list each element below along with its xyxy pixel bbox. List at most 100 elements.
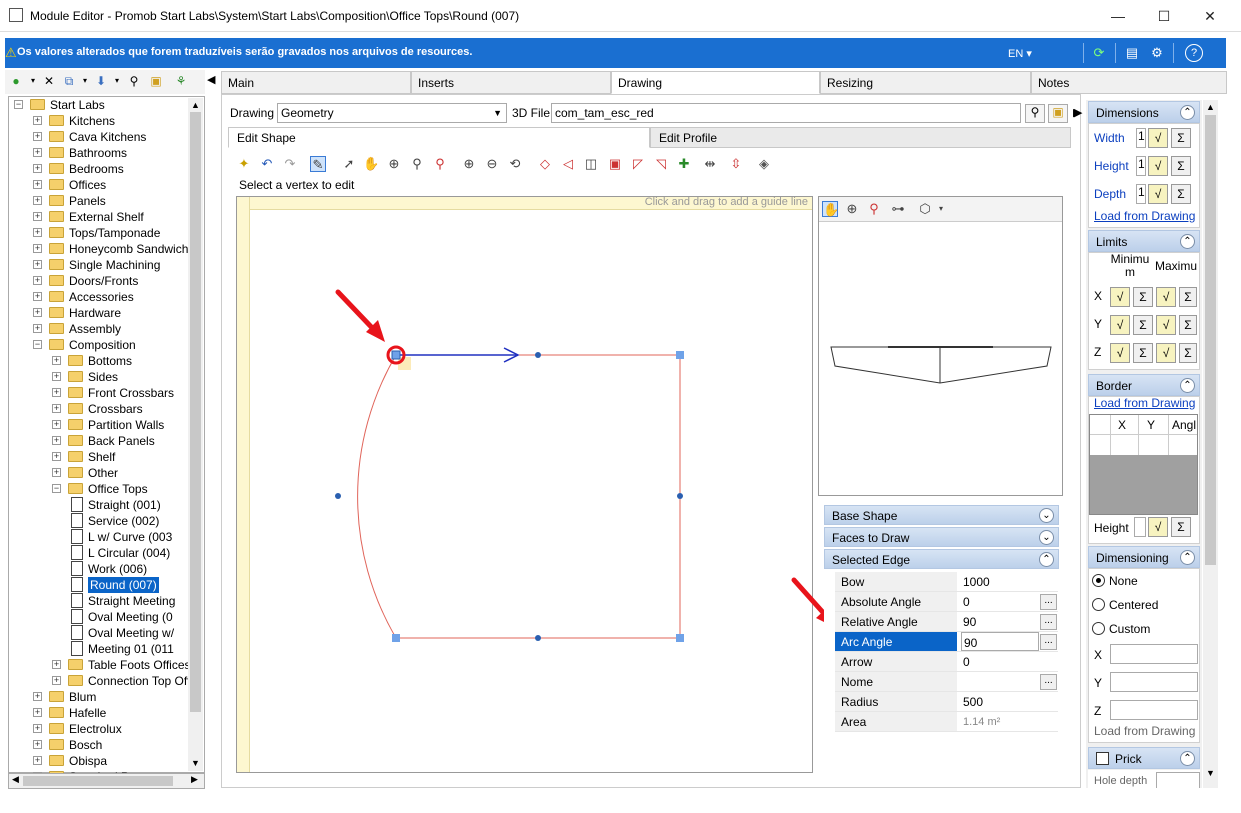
chevron-up-icon: ⌃ [1180,234,1195,249]
edge-prop-row[interactable]: Absolute Angle 0... [835,592,1058,612]
formula-icon[interactable]: √ [1156,315,1176,335]
prop-value[interactable]: 0 [963,652,1043,672]
sum-icon[interactable]: Σ [1133,343,1153,363]
formula-icon[interactable]: √ [1156,343,1176,363]
depth-input[interactable]: 1 [1136,184,1146,204]
scroll-thumb[interactable] [1205,115,1216,565]
dimensioning-header[interactable]: Dimensioning ⌃ [1088,546,1200,568]
prop-value[interactable]: 500 [963,692,1043,712]
prop-value[interactable]: 90 [961,632,1039,651]
expand-arrow-icon[interactable]: ▶ [1074,106,1082,119]
prop-value[interactable]: 1.14 m² [963,712,1043,732]
height-input[interactable]: 1 [1136,156,1146,176]
width-input[interactable]: 1 [1136,128,1146,148]
vertex-handle[interactable] [392,634,400,642]
prop-key: Area [841,715,867,729]
height-label: Height [1094,159,1129,173]
hole-depth-input[interactable] [1156,772,1200,788]
annotation-arrow [335,289,385,342]
col-y-header: Y [1147,418,1156,432]
midpoint-handle[interactable] [335,493,341,499]
col-x-header: X [1118,418,1127,432]
formula-icon[interactable]: √ [1148,128,1168,148]
ellipsis-button[interactable]: ... [1040,614,1057,630]
midpoint-handle[interactable] [535,635,541,641]
view-cube-icon[interactable]: ⬡ [917,201,933,217]
edge-prop-row[interactable]: Arc Angle 90... [835,632,1058,652]
faces-to-draw-header[interactable]: Faces to Draw ⌄ [824,527,1059,547]
chevron-down-icon[interactable]: ▾ [933,201,949,217]
sum-icon[interactable]: Σ [1179,287,1197,307]
vertex-handle[interactable] [391,350,401,360]
zoom-extents-icon[interactable]: ⊕ [844,201,860,217]
scroll-up-icon[interactable]: ▲ [1206,102,1215,112]
selected-edge-header[interactable]: Selected Edge ⌃ [824,549,1059,569]
load-from-drawing-link[interactable]: Load from Drawing [1094,209,1195,223]
col-angle-header: Angl [1172,418,1197,432]
ellipsis-button[interactable]: ... [1040,674,1057,690]
vertex-handle[interactable] [676,351,684,359]
dimensions-label: Dimensions [1096,106,1159,120]
midpoint-handle[interactable] [535,352,541,358]
formula-icon[interactable]: √ [1110,315,1130,335]
chevron-up-icon: ⌃ [1180,378,1195,393]
sum-icon[interactable]: Σ [1179,315,1197,335]
ellipsis-button[interactable]: ... [1040,594,1057,610]
dim-x-input[interactable] [1110,644,1198,664]
edge-prop-row[interactable]: Bow 1000 [835,572,1058,592]
prick-checkbox[interactable] [1096,752,1109,765]
chevron-up-icon: ⌃ [1180,550,1195,565]
chevron-down-icon: ⌄ [1039,530,1054,545]
sum-icon[interactable]: Σ [1133,315,1153,335]
formula-icon[interactable]: √ [1110,343,1130,363]
zoom-icon[interactable]: ⚲ [866,201,882,217]
sum-icon[interactable]: Σ [1179,343,1197,363]
dim-z-input[interactable] [1110,700,1198,720]
vertex-handle[interactable] [676,634,684,642]
ellipsis-button[interactable]: ... [1040,634,1057,650]
edge-prop-row[interactable]: Area 1.14 m² [835,712,1058,732]
border-grid[interactable]: X Y Angl [1089,414,1198,515]
preview-toolbar: ✋ ⊕ ⚲ ⊶ ⬡ ▾ [819,197,1062,222]
dim-z-label: Z [1094,704,1102,718]
chevron-up-icon: ⌃ [1180,751,1195,766]
radio-none[interactable] [1092,574,1105,587]
border-header[interactable]: Border ⌃ [1088,374,1200,396]
orbit-icon[interactable]: ⊶ [890,201,906,217]
formula-icon[interactable]: √ [1148,517,1168,537]
radio-centered[interactable] [1092,598,1105,611]
minimum-label: Minimu m [1110,252,1150,279]
radio-custom[interactable] [1092,622,1105,635]
limits-header[interactable]: Limits ⌃ [1088,230,1200,252]
sum-icon[interactable]: Σ [1133,287,1153,307]
border-height-input[interactable] [1134,517,1146,537]
prop-value[interactable]: 1000 [963,572,1043,592]
sum-icon[interactable]: Σ [1171,184,1191,204]
scroll-down-icon[interactable]: ▼ [1206,768,1215,778]
edge-prop-row[interactable]: Relative Angle 90... [835,612,1058,632]
prop-value[interactable]: 0 [963,592,1043,612]
pan-icon[interactable]: ✋ [822,201,839,217]
dim-y-input[interactable] [1110,672,1198,692]
base-shape-header[interactable]: Base Shape ⌄ [824,505,1059,525]
prop-value[interactable]: 90 [963,612,1043,632]
border-label: Border [1096,379,1133,393]
right-scrollbar[interactable]: ▲ ▼ [1203,100,1218,788]
formula-icon[interactable]: √ [1148,156,1168,176]
formula-icon[interactable]: √ [1148,184,1168,204]
arc-edge[interactable] [357,354,397,639]
sum-icon[interactable]: Σ [1171,128,1191,148]
dimensions-header[interactable]: Dimensions ⌃ [1088,101,1200,123]
prop-key: Absolute Angle [841,595,922,609]
edge-prop-row[interactable]: Arrow 0 [835,652,1058,672]
edge-prop-row[interactable]: Nome... [835,672,1058,692]
formula-icon[interactable]: √ [1156,287,1176,307]
formula-icon[interactable]: √ [1110,287,1130,307]
prick-header[interactable]: Prick ⌃ [1088,747,1200,769]
midpoint-handle[interactable] [677,493,683,499]
sum-icon[interactable]: Σ [1171,517,1191,537]
border-load-link[interactable]: Load from Drawing [1094,396,1195,410]
edge-prop-row[interactable]: Radius 500 [835,692,1058,712]
sum-icon[interactable]: Σ [1171,156,1191,176]
dim-load-link[interactable]: Load from Drawing [1094,724,1195,738]
